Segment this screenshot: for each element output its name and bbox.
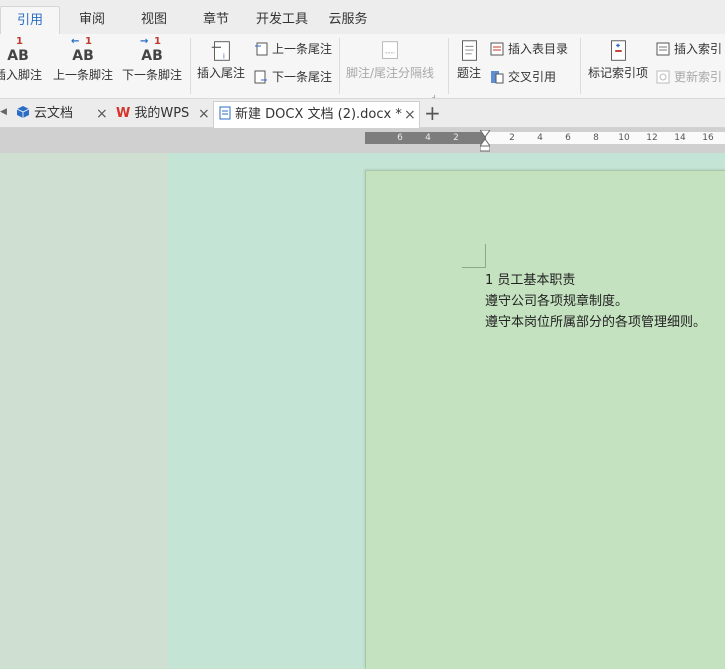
tab-current-document[interactable]: 新建 DOCX 文档 (2).docx * × xyxy=(213,101,420,128)
next-footnote-icon: → 1 AB xyxy=(140,36,163,64)
prev-endnote-label: 上一条尾注 xyxy=(272,42,333,56)
next-footnote-button[interactable]: → 1 AB 下一条脚注 xyxy=(120,36,184,83)
prev-footnote-icon: ← 1 AB xyxy=(71,36,94,64)
ribbon-toolbar: 1AB 插入脚注 ←1AB 上一条脚注 →1AB 下一条脚注 i 插入尾注 上一… xyxy=(0,34,725,99)
footnote-separator-line-button[interactable]: 脚注/尾注分隔线 xyxy=(344,38,436,81)
insert-footnote-icon: 1 AB xyxy=(7,36,29,64)
document-paragraph[interactable]: 遵守本岗位所属部分的各项管理细则。 xyxy=(485,311,706,330)
ruler-tick: 14 xyxy=(674,133,686,143)
tab-chapter[interactable]: 章节 xyxy=(190,6,242,34)
ruler-tick: 2 xyxy=(453,133,459,143)
update-index-button[interactable]: 更新索引 xyxy=(656,68,722,86)
close-current-document-icon[interactable]: × xyxy=(404,102,416,128)
close-my-wps-icon[interactable]: × xyxy=(198,101,210,127)
next-endnote-icon xyxy=(254,70,267,84)
caption-button[interactable]: 题注 xyxy=(452,38,486,81)
document-tabs-bar: ◀ 云文档 × W 我的WPS × 新建 DOCX 文档 (2).docx * ×… xyxy=(0,99,725,128)
ribbon-separator xyxy=(190,38,191,94)
update-index-label: 更新索引 xyxy=(674,70,723,84)
tab-review[interactable]: 审阅 xyxy=(66,6,118,34)
tab-references[interactable]: 引用 xyxy=(0,6,60,35)
document-page[interactable] xyxy=(365,170,725,669)
svg-text:i: i xyxy=(223,51,225,60)
update-index-icon xyxy=(656,70,670,84)
insert-endnote-button[interactable]: i 插入尾注 xyxy=(195,38,247,81)
document-file-icon xyxy=(219,106,231,120)
caption-label: 题注 xyxy=(456,66,481,80)
ruler-tick: 4 xyxy=(537,133,543,143)
tab-developer-tools[interactable]: 开发工具 xyxy=(252,6,312,34)
cloud-docs-label: 云文档 xyxy=(34,106,74,121)
ruler-tick: 2 xyxy=(509,133,515,143)
ruler-tick: 12 xyxy=(646,133,658,143)
insert-table-of-figures-label: 插入表目录 xyxy=(508,42,569,56)
ruler-tick: 10 xyxy=(618,133,630,143)
document-paragraph[interactable]: 遵守公司各项规章制度。 xyxy=(485,290,628,309)
ruler-tick: 6 xyxy=(397,133,403,143)
insert-index-button[interactable]: 插入索引 xyxy=(656,40,722,58)
insert-index-icon xyxy=(656,42,670,56)
prev-endnote-button[interactable]: 上一条尾注 xyxy=(254,40,332,58)
cross-reference-button[interactable]: 交叉引用 xyxy=(490,68,556,86)
tab-list-arrow-icon[interactable]: ◀ xyxy=(0,107,7,117)
ruler-tick: 4 xyxy=(425,133,431,143)
page-margin-corner-mark xyxy=(485,244,486,268)
tab-cloud-docs[interactable]: 云文档 × xyxy=(16,101,108,127)
current-document-label: 新建 DOCX 文档 (2).docx * xyxy=(235,107,402,122)
ruler-tick: 16 xyxy=(702,133,714,143)
document-heading[interactable]: 1 员工基本职责 xyxy=(485,269,575,288)
separator-line-icon xyxy=(382,41,398,59)
cloud-docs-icon xyxy=(16,106,30,118)
ruler-area: 6 4 2 2 4 6 8 10 12 14 16 xyxy=(0,128,725,153)
indent-marker-handle[interactable] xyxy=(479,129,491,152)
prev-footnote-button[interactable]: ← 1 AB 上一条脚注 xyxy=(51,36,115,83)
insert-table-of-figures-button[interactable]: 插入表目录 xyxy=(490,40,568,58)
tab-cloud-service[interactable]: 云服务 xyxy=(322,6,374,34)
new-tab-button[interactable]: + xyxy=(424,101,441,125)
my-wps-label: 我的WPS xyxy=(134,106,190,121)
mark-index-entry-button[interactable]: 标记索引项 xyxy=(586,38,650,81)
insert-footnote-label: 插入脚注 xyxy=(0,68,42,82)
menu-bar: 引用 审阅 视图 章节 开发工具 云服务 xyxy=(0,0,725,35)
ribbon-separator xyxy=(580,38,581,94)
caption-icon xyxy=(462,40,477,61)
prev-endnote-icon xyxy=(255,42,268,56)
next-footnote-label: 下一条脚注 xyxy=(121,68,182,82)
page-margin-corner-mark xyxy=(462,267,486,268)
mark-index-entry-icon xyxy=(611,40,626,61)
wps-logo-icon: W xyxy=(116,106,131,121)
ribbon-separator xyxy=(339,38,340,94)
insert-index-label: 插入索引 xyxy=(674,42,723,56)
cross-reference-label: 交叉引用 xyxy=(508,70,557,84)
insert-footnote-button[interactable]: 1AB 插入脚注 xyxy=(0,36,44,83)
ruler-tick: 6 xyxy=(565,133,571,143)
insert-endnote-icon: i xyxy=(211,41,230,61)
dialog-launcher-icon[interactable]: ⌟ xyxy=(432,90,436,99)
prev-footnote-label: 上一条脚注 xyxy=(52,68,113,82)
ruler-tick: 8 xyxy=(593,133,599,143)
insert-endnote-label: 插入尾注 xyxy=(196,66,245,80)
mark-index-entry-label: 标记索引项 xyxy=(587,66,648,80)
next-endnote-button[interactable]: 下一条尾注 xyxy=(254,68,332,86)
close-cloud-docs-icon[interactable]: × xyxy=(96,101,108,127)
tab-my-wps[interactable]: W 我的WPS × xyxy=(116,101,212,127)
ribbon-separator xyxy=(448,38,449,94)
cross-reference-icon xyxy=(491,71,504,84)
table-of-figures-icon xyxy=(490,42,504,56)
separator-line-label: 脚注/尾注分隔线 xyxy=(345,66,435,80)
next-endnote-label: 下一条尾注 xyxy=(272,70,333,84)
tab-view[interactable]: 视图 xyxy=(128,6,180,34)
